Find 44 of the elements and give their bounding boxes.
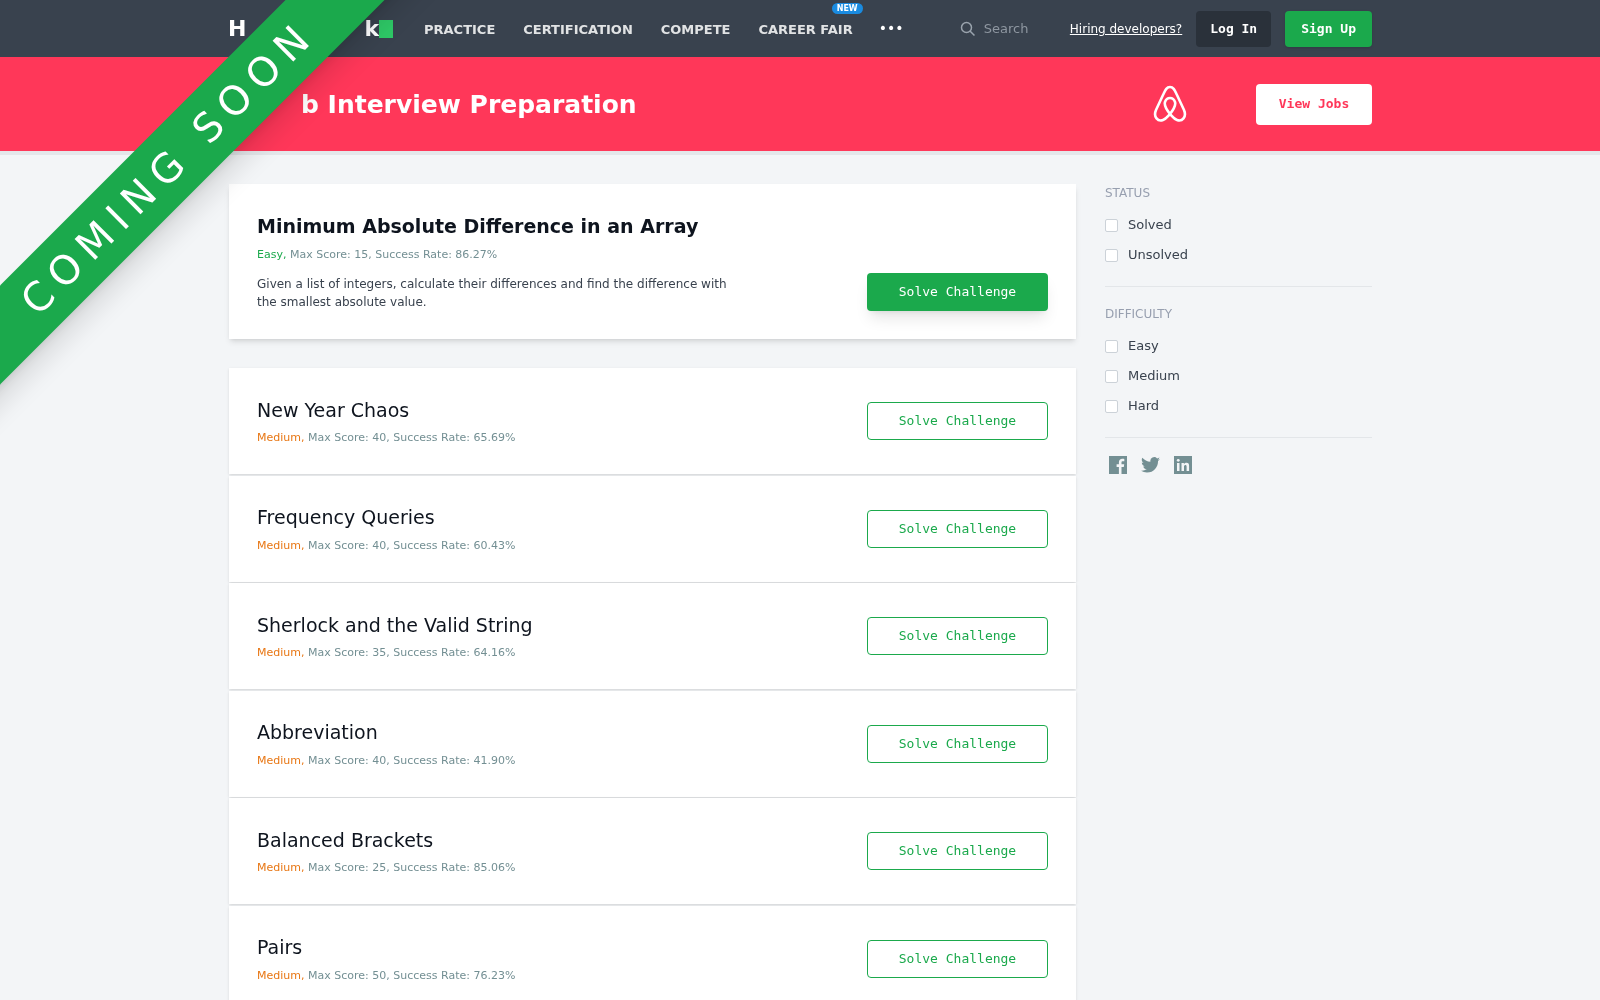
logo-square-icon [379,19,394,38]
login-button[interactable]: Log In [1196,10,1272,47]
challenge-meta: Easy, Max Score: 15, Success Rate: 86.27% [257,246,499,263]
challenge-title[interactable]: New Year Chaos [257,395,867,424]
challenge-title[interactable]: Frequency Queries [257,503,867,532]
view-jobs-button[interactable]: View Jobs [1256,83,1372,125]
challenge-meta: Medium, Max Score: 40, Success Rate: 65.69% [257,430,517,446]
nav-link[interactable]: CAREER FAIR [758,21,853,37]
challenge-title[interactable]: Pairs [257,933,867,962]
challenge-meta: Medium, Max Score: 40, Success Rate: 60.43% [257,537,517,554]
airbnb-logo-icon [1152,85,1188,123]
checkbox[interactable] [1105,369,1118,383]
challenge-title[interactable]: Sherlock and the Valid String [257,610,867,639]
filter-label[interactable]: Easy [1128,336,1159,356]
challenge-meta: Medium, Max Score: 40, Success Rate: 41.90% [257,752,517,769]
challenge-title[interactable]: Minimum Absolute Difference in an Array [257,212,867,241]
challenge-description: Given a list of integers, calculate their differences and find the difference with the smallest absolute value. [257,276,728,311]
filter-label[interactable]: Unsolved [1128,245,1189,265]
more-menu[interactable]: ••• [878,18,904,39]
filter-label[interactable]: Medium [1128,366,1180,386]
challenge-meta: Medium, Max Score: 50, Success Rate: 76.23% [257,967,517,984]
checkbox[interactable] [1105,339,1118,353]
challenge-meta: Medium, Max Score: 35, Success Rate: 64.16% [257,645,517,661]
facebook-icon[interactable] [1109,456,1127,474]
hiring-link[interactable]: Hiring developers? [1069,19,1183,38]
checkbox[interactable] [1105,399,1118,413]
filter-label[interactable]: Hard [1128,396,1160,416]
nav-link[interactable]: PRACTICE [424,21,496,37]
filter-heading: DIFFICULTY [1105,306,1173,323]
linkedin-icon[interactable] [1174,456,1192,474]
checkbox[interactable] [1105,248,1118,262]
nav-link[interactable]: COMPETE [660,21,731,37]
nav-link[interactable]: CERTIFICATION [523,21,633,37]
search-icon [959,20,976,37]
challenge-title[interactable]: Abbreviation [257,718,867,747]
filter-label[interactable]: Solved [1128,215,1172,235]
challenge-title[interactable]: Balanced Brackets [257,825,867,854]
new-badge: NEW [831,2,863,14]
filter-heading: STATUS [1105,185,1152,202]
logo-text[interactable]: k [364,17,380,40]
challenge-meta: Medium, Max Score: 25, Success Rate: 85.06% [257,860,517,876]
search-field[interactable]: Search [983,18,1048,39]
checkbox[interactable] [1105,218,1118,232]
twitter-icon[interactable] [1141,457,1160,473]
